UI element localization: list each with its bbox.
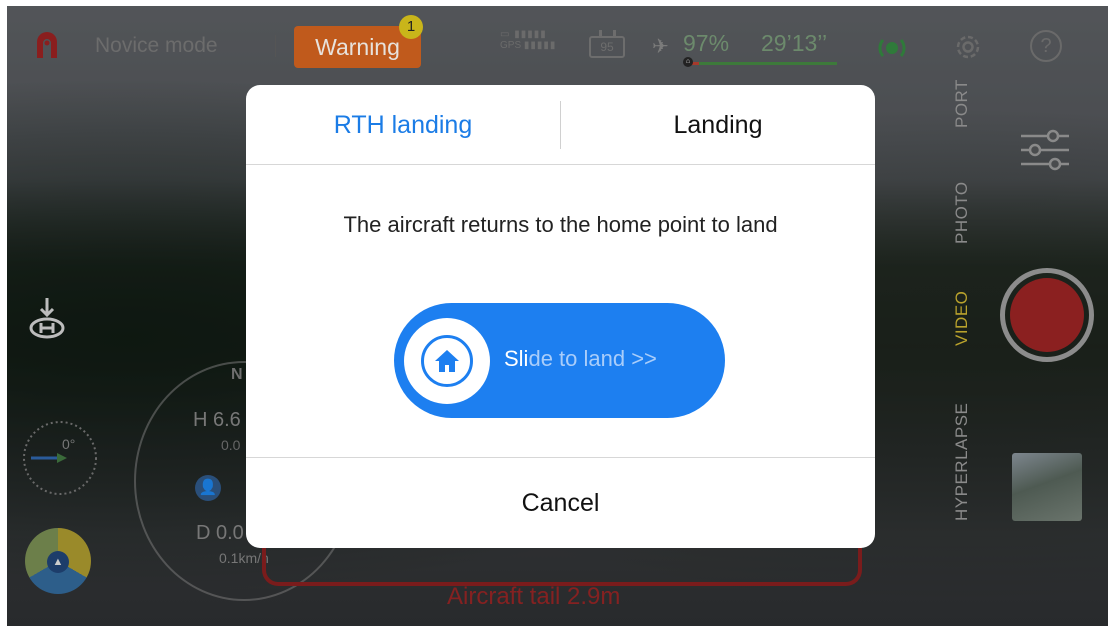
attitude-indicator [23, 421, 97, 495]
battery-percent: 97% [683, 30, 730, 56]
mode-photo[interactable]: PHOTO [952, 181, 972, 244]
record-dot [1010, 278, 1084, 352]
app-logo-icon[interactable] [34, 30, 60, 60]
slider-label: Slide to land >> [504, 346, 657, 372]
tab-rth-landing[interactable]: RTH landing [246, 85, 560, 165]
sliders-icon[interactable] [1017, 126, 1073, 174]
landing-icon[interactable] [27, 296, 67, 340]
gps-icon[interactable] [875, 31, 909, 65]
warning-count-badge: 1 [399, 15, 423, 39]
dialog-tabs: RTH landing Landing [246, 85, 875, 165]
distance-label: D 0.0 [196, 522, 244, 544]
signal-icon: ▭ ▮▮▮▮▮ GPS ▮▮▮▮▮ [500, 29, 556, 51]
compass-angle: 0° [62, 436, 76, 452]
heading-north: N [231, 366, 243, 383]
house-icon-shape [435, 350, 459, 372]
flight-mode-label[interactable]: Novice mode [95, 34, 218, 58]
aircraft-tail-label: Aircraft tail 2.9m [447, 583, 621, 610]
dialog-footer: Cancel [246, 457, 875, 548]
slider-label-strong: Sli [504, 346, 529, 371]
help-icon[interactable]: ? [1030, 30, 1062, 62]
tail-indicator [262, 546, 862, 586]
battery-bar [685, 62, 837, 65]
mode-portrait[interactable]: PORT [952, 79, 972, 128]
landing-dialog: RTH landing Landing The aircraft returns… [246, 85, 875, 548]
battery-level: 95 [600, 40, 614, 54]
flight-time: 29’13’’ [761, 30, 828, 56]
media-thumbnail[interactable] [1012, 453, 1082, 521]
warning-label: Warning [315, 33, 400, 60]
mode-video[interactable]: VIDEO [952, 291, 972, 346]
record-button[interactable] [1000, 268, 1094, 362]
home-icon [421, 335, 473, 387]
gear-icon[interactable] [951, 30, 985, 64]
cancel-button[interactable]: Cancel [246, 458, 875, 548]
battery-icon: 95 [589, 30, 625, 58]
map-button[interactable]: ▲ [25, 528, 91, 594]
navigation-icon: ▲ [47, 551, 69, 573]
gps-signal: GPS ▮▮▮▮▮ [500, 40, 557, 51]
slide-to-land-slider[interactable]: Slide to land >> [394, 303, 725, 418]
dialog-description: The aircraft returns to the home point t… [343, 212, 778, 237]
vertical-speed: 0.0 [221, 437, 241, 453]
slider-label-rest: de to land >> [528, 346, 657, 371]
home-marker-icon: ⌂ [683, 57, 693, 67]
person-icon: 👤 [195, 475, 221, 501]
divider [275, 35, 276, 57]
tab-landing[interactable]: Landing [561, 85, 875, 165]
slider-handle[interactable] [404, 318, 490, 404]
aircraft-icon: ✈ [652, 36, 669, 58]
height-label: H 6.6 [193, 409, 241, 431]
gps-label: GPS [500, 40, 522, 51]
rc-signal-bars: ▭ ▮▮▮▮▮ [500, 29, 547, 40]
status-bar: Novice mode Warning 1 ▭ ▮▮▮▮▮ GPS ▮▮▮▮▮ … [7, 6, 1108, 76]
mode-hyperlapse[interactable]: HYPERLAPSE [952, 403, 972, 521]
